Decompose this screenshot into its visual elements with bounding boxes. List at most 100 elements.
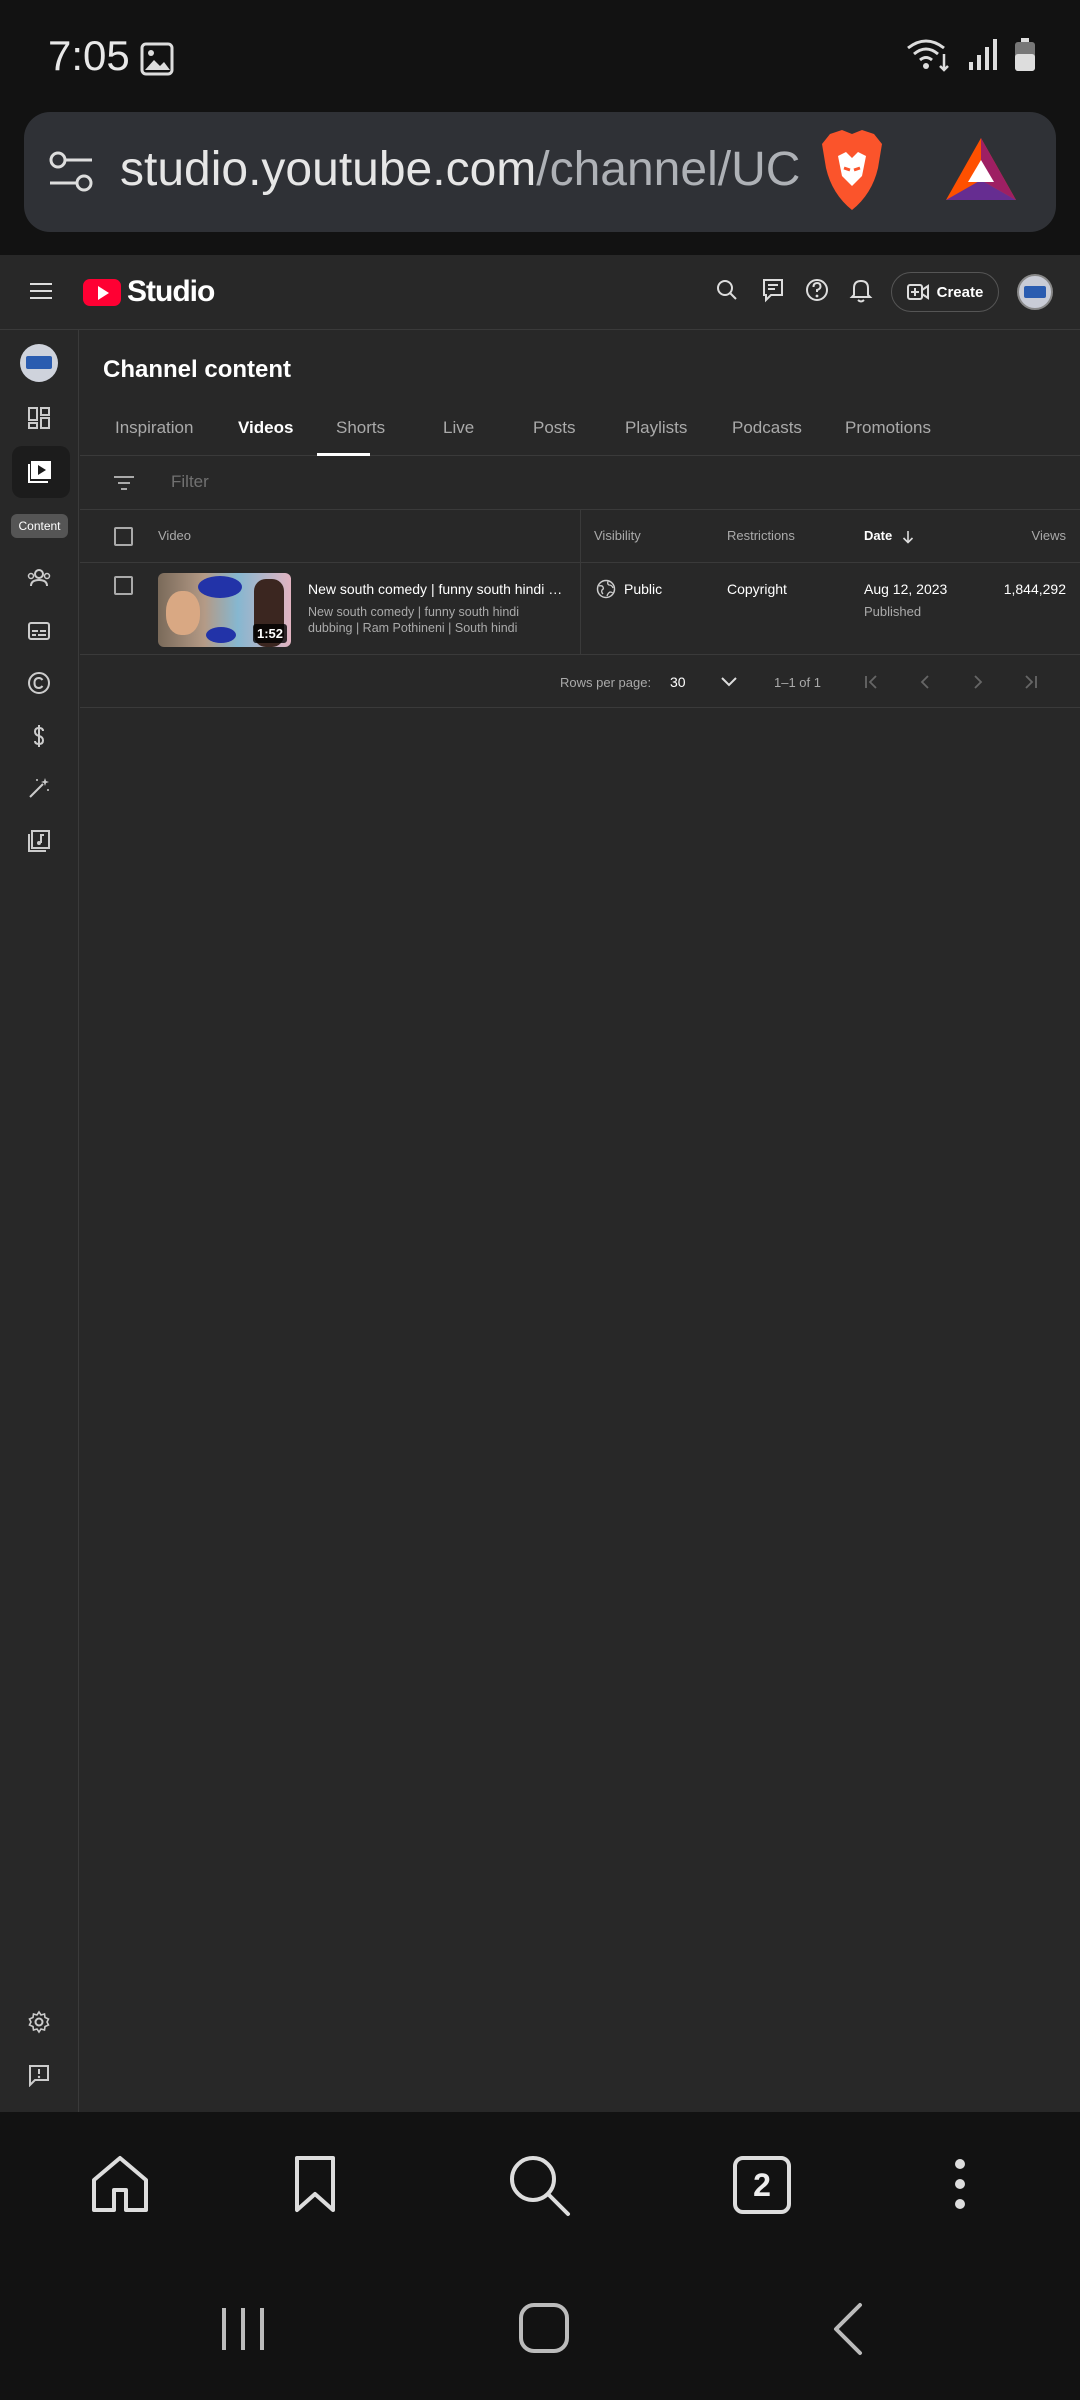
studio-header: Studio Create [0, 255, 1080, 330]
views-value: 1,844,292 [1003, 581, 1066, 597]
youtube-play-logo-icon [83, 278, 121, 306]
home-icon[interactable] [90, 2154, 150, 2214]
earn-dollar-icon[interactable] [27, 724, 51, 748]
url-path: /channel/UC [536, 143, 801, 196]
left-navigation-rail: Content [0, 330, 79, 2112]
site-settings-icon[interactable] [48, 150, 94, 194]
header-date-label: Date [864, 528, 893, 543]
audio-library-icon[interactable] [27, 829, 51, 853]
header-visibility[interactable]: Visibility [594, 528, 641, 543]
header-views[interactable]: Views [1032, 528, 1066, 543]
previous-page-icon[interactable] [916, 673, 934, 691]
channel-avatar[interactable] [20, 344, 58, 382]
help-icon[interactable] [804, 275, 830, 307]
back-icon[interactable] [830, 2302, 866, 2356]
header-restrictions[interactable]: Restrictions [727, 528, 795, 543]
first-page-icon[interactable] [863, 673, 881, 691]
filter-bar: Filter [80, 456, 1080, 510]
date-value: Aug 12, 2023 [864, 581, 948, 597]
page-range: 1–1 of 1 [774, 675, 821, 690]
thumbnail-speech-bubble [198, 576, 242, 598]
page-title: Channel content [103, 356, 292, 383]
chevron-down-icon[interactable] [720, 675, 738, 689]
address-bar[interactable]: studio.youtube.com/channel/UC [24, 112, 1056, 232]
rows-per-page-value[interactable]: 30 [670, 674, 686, 690]
create-label: Create [936, 283, 984, 301]
system-navigation-bar [0, 2272, 1080, 2400]
recent-apps-icon[interactable] [218, 2304, 268, 2354]
last-page-icon[interactable] [1021, 673, 1039, 691]
create-button[interactable]: Create [891, 272, 999, 312]
header-date[interactable]: Date [864, 528, 914, 544]
column-divider [580, 510, 581, 563]
column-divider [580, 563, 581, 655]
search-icon[interactable] [508, 2154, 572, 2218]
youtube-studio-logo[interactable]: Studio [83, 275, 215, 309]
tab-inspiration[interactable]: Inspiration [115, 418, 193, 438]
brave-rewards-icon[interactable] [944, 136, 1018, 202]
feedback-comments-icon[interactable] [761, 275, 785, 307]
table-row[interactable]: 1:52 New south comedy | funny south hind… [80, 563, 1080, 655]
video-thumbnail[interactable]: 1:52 [158, 573, 291, 647]
rows-per-page-label: Rows per page: [560, 675, 652, 690]
tab-shorts[interactable]: Shorts [336, 418, 385, 438]
settings-gear-icon[interactable] [27, 2010, 51, 2034]
video-duration: 1:52 [252, 624, 287, 643]
brave-shields-icon[interactable] [816, 128, 888, 214]
subtitles-icon[interactable] [27, 619, 51, 643]
search-icon[interactable] [715, 275, 739, 307]
content-icon [27, 460, 53, 484]
thumbnail-speech-bubble [206, 627, 236, 643]
create-video-icon [906, 283, 929, 301]
url-host: studio.youtube.com [120, 143, 537, 196]
date-status: Published [864, 604, 922, 619]
tab-switcher-button[interactable]: 2 [733, 2156, 791, 2214]
table-header: Video Visibility Restrictions Date Views [80, 510, 1080, 563]
send-feedback-icon[interactable] [27, 2063, 51, 2087]
tab-promotions[interactable]: Promotions [845, 418, 931, 438]
sort-descending-arrow-icon [902, 530, 914, 544]
restrictions-value[interactable]: Copyright [727, 581, 787, 597]
tab-podcasts[interactable]: Podcasts [732, 418, 802, 438]
url-text[interactable]: studio.youtube.com/channel/UC [120, 142, 810, 197]
tab-live[interactable]: Live [443, 418, 474, 438]
wifi-icon [906, 38, 952, 72]
status-bar: 7:05 [0, 0, 1080, 110]
next-page-icon[interactable] [969, 673, 987, 691]
menu-icon[interactable] [30, 281, 54, 301]
thumbnail-person-left [166, 591, 200, 635]
tab-playlists[interactable]: Playlists [625, 418, 687, 438]
dashboard-icon[interactable] [27, 406, 51, 430]
more-options-icon[interactable] [950, 2154, 970, 2214]
video-title[interactable]: New south comedy | funny south hindi dub… [308, 581, 563, 597]
tab-posts[interactable]: Posts [533, 418, 576, 438]
sidebar-item-content-label: Content [11, 514, 68, 538]
browser-bottom-toolbar: 2 [0, 2112, 1080, 2272]
battery-icon [1014, 38, 1036, 72]
community-icon[interactable] [27, 566, 51, 590]
visibility-cell[interactable]: Public [596, 579, 662, 599]
globe-icon [596, 579, 616, 599]
video-description: New south comedy | funny south hindi dub… [308, 605, 520, 635]
content-tabs: Inspiration Videos Shorts Live Posts Pla… [80, 400, 1080, 456]
header-video[interactable]: Video [158, 528, 191, 543]
status-time: 7:05 [48, 32, 130, 79]
studio-logo-text: Studio [127, 275, 215, 308]
notifications-bell-icon[interactable] [849, 275, 873, 307]
gallery-notification-icon [140, 42, 174, 76]
bookmark-icon[interactable] [293, 2154, 337, 2214]
sidebar-item-content[interactable] [12, 446, 70, 498]
filter-icon[interactable] [113, 474, 135, 492]
home-button-icon[interactable] [518, 2302, 570, 2354]
filter-input[interactable]: Filter [171, 472, 209, 492]
account-avatar[interactable] [1017, 274, 1053, 310]
row-checkbox[interactable] [114, 576, 133, 595]
pagination-bar: Rows per page: 30 1–1 of 1 [80, 655, 1080, 708]
tab-videos[interactable]: Videos [238, 418, 293, 438]
copyright-icon[interactable] [27, 671, 51, 695]
customization-magic-wand-icon[interactable] [27, 776, 51, 800]
signal-icon [968, 38, 998, 72]
visibility-value: Public [624, 581, 663, 597]
select-all-checkbox[interactable] [114, 527, 133, 546]
browser-toolbar: studio.youtube.com/channel/UC [0, 110, 1080, 255]
